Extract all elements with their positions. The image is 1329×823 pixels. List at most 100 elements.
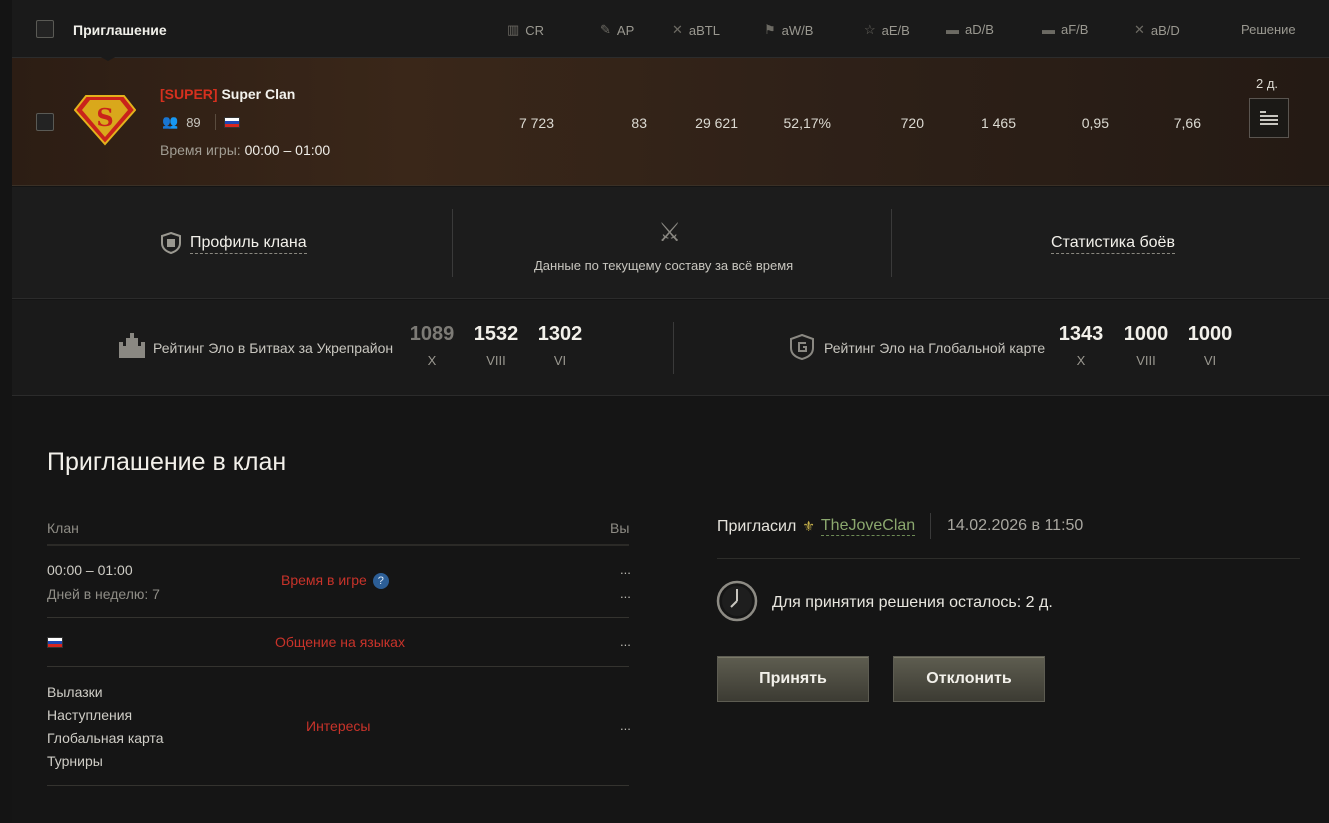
tier-viii: VIII bbox=[1136, 353, 1156, 368]
rank-icon: ⚜ bbox=[802, 518, 815, 534]
globalmap-elo-x: 1343 bbox=[1058, 323, 1104, 345]
list-icon bbox=[1260, 111, 1278, 125]
russia-flag-icon bbox=[223, 116, 240, 128]
col-cr[interactable]: ▥ CR bbox=[507, 22, 544, 38]
inviter-info: Пригласил ⚜ TheJoveClan bbox=[717, 517, 916, 536]
divider bbox=[214, 114, 216, 130]
days-left: 2 д. bbox=[1256, 76, 1279, 91]
stronghold-elo-x: 1089 bbox=[409, 323, 455, 345]
wins-icon: ⚑ bbox=[764, 22, 776, 37]
value-ap: 83 bbox=[631, 115, 647, 131]
col-decision: Решение bbox=[1241, 22, 1296, 37]
members-icon: 👥 bbox=[162, 114, 179, 129]
tier-viii: VIII bbox=[486, 353, 506, 368]
playtime-label: Время в игре? bbox=[281, 572, 389, 590]
tier-x: X bbox=[427, 353, 437, 368]
divider bbox=[47, 666, 629, 667]
battle-stats-link[interactable]: Статистика боёв bbox=[1051, 234, 1175, 254]
stronghold-icon bbox=[119, 333, 145, 358]
clan-row-checkbox[interactable] bbox=[36, 113, 54, 131]
clan-profile-strip: Профиль клана ⚔ Данные по текущему соста… bbox=[12, 187, 1329, 299]
interests-label: Интересы bbox=[306, 718, 371, 734]
divider bbox=[47, 544, 629, 546]
col-adb[interactable]: ▬ aD/B bbox=[946, 22, 994, 37]
col-abd[interactable]: ✕ aB/D bbox=[1134, 22, 1180, 38]
stronghold-elo-vi: 1302 bbox=[537, 323, 583, 345]
interest-item: Вылазки bbox=[47, 684, 103, 700]
cr-icon: ▥ bbox=[507, 22, 520, 37]
globalmap-elo-vi: 1000 bbox=[1187, 323, 1233, 345]
col-afb[interactable]: ▬ aF/B bbox=[1042, 22, 1088, 37]
globalmap-elo-label: Рейтинг Эло на Глобальной карте bbox=[824, 340, 1046, 356]
decline-button[interactable]: Отклонить bbox=[893, 656, 1045, 702]
divider bbox=[891, 209, 892, 277]
clan-days-per-week: Дней в неделю: 7 bbox=[47, 586, 160, 602]
value-abtl: 29 621 bbox=[695, 115, 738, 131]
divider bbox=[452, 209, 453, 277]
clan-tag: [SUPER] bbox=[160, 86, 218, 102]
header-title: Приглашение bbox=[73, 22, 167, 38]
your-languages: ... bbox=[620, 634, 631, 649]
russia-flag-icon bbox=[47, 637, 63, 648]
languages-label: Общение на языках bbox=[275, 634, 405, 650]
select-all-checkbox[interactable] bbox=[36, 20, 54, 38]
divider bbox=[717, 558, 1300, 559]
clan-emblem-icon: S bbox=[74, 95, 136, 146]
clan-playtime: Время игры: 00:00 – 01:00 bbox=[160, 142, 331, 158]
clock-icon bbox=[716, 580, 758, 622]
value-adb: 1 465 bbox=[980, 115, 1016, 131]
decision-deadline: Для принятия решения осталось: 2 д. bbox=[772, 594, 1053, 611]
members-count: 89 bbox=[186, 114, 201, 130]
invitation-panel: Приглашение в клан Клан Вы 00:00 – 01:00… bbox=[12, 397, 1329, 823]
value-awb: 52,17% bbox=[783, 115, 831, 131]
clan-row[interactable]: S [SUPER] Super Clan 👥 89 Время игры: 00… bbox=[12, 58, 1329, 186]
col-ap[interactable]: ✎ AP bbox=[600, 22, 634, 38]
value-cr: 7 723 bbox=[518, 115, 554, 131]
svg-text:S: S bbox=[96, 103, 113, 132]
ratio-icon: ✕ bbox=[1134, 22, 1145, 37]
tier-vi: VI bbox=[553, 353, 567, 368]
divider bbox=[47, 785, 629, 786]
battles-icon: ✕ bbox=[672, 22, 683, 37]
clan-members: 👥 89 bbox=[162, 114, 240, 130]
exp-icon: ☆ bbox=[864, 22, 876, 37]
your-playtime: ... bbox=[620, 562, 631, 577]
value-aeb: 720 bbox=[900, 115, 924, 131]
stronghold-elo-viii: 1532 bbox=[473, 323, 519, 345]
interest-item: Глобальная карта bbox=[47, 730, 164, 746]
value-abd: 7,66 bbox=[1173, 115, 1201, 131]
details-button[interactable] bbox=[1249, 98, 1289, 138]
your-interests: ... bbox=[620, 718, 631, 733]
globalmap-elo-viii: 1000 bbox=[1123, 323, 1169, 345]
col-abtl[interactable]: ✕ aBTL bbox=[672, 22, 720, 38]
tier-vi: VI bbox=[1203, 353, 1217, 368]
accept-button[interactable]: Принять bbox=[717, 656, 869, 702]
column-clan: Клан bbox=[47, 520, 79, 536]
tier-x: X bbox=[1076, 353, 1086, 368]
ap-icon: ✎ bbox=[600, 22, 611, 37]
clan-name[interactable]: [SUPER] Super Clan bbox=[160, 86, 295, 102]
clan-playtime-range: 00:00 – 01:00 bbox=[47, 562, 133, 578]
table-header: Приглашение ▥ CR ✎ AP ✕ aBTL ⚑ aW/B ☆ aE… bbox=[12, 0, 1329, 58]
crossed-swords-icon: ⚔ bbox=[658, 217, 682, 247]
col-aeb[interactable]: ☆ aE/B bbox=[864, 22, 910, 38]
clan-profile-icon bbox=[161, 232, 181, 254]
interest-item: Наступления bbox=[47, 707, 133, 723]
row-pointer bbox=[99, 56, 117, 61]
frags-icon: ▬ bbox=[1042, 22, 1055, 37]
stronghold-elo-label: Рейтинг Эло в Битвах за Укрепрайон bbox=[153, 340, 394, 356]
invitation-title: Приглашение в клан bbox=[47, 448, 287, 476]
col-awb[interactable]: ⚑ aW/B bbox=[764, 22, 813, 38]
help-icon[interactable]: ? bbox=[372, 573, 389, 590]
invited-by-label: Пригласил bbox=[717, 517, 797, 535]
damage-icon: ▬ bbox=[946, 22, 959, 37]
inviter-name[interactable]: TheJoveClan bbox=[820, 517, 916, 536]
divider bbox=[930, 513, 931, 539]
invitation-date: 14.02.2026 в 11:50 bbox=[947, 517, 1084, 534]
your-days: ... bbox=[620, 586, 631, 601]
stats-scope-label: Данные по текущему составу за всё время bbox=[534, 258, 794, 273]
clan-title: Super Clan bbox=[221, 86, 296, 102]
column-you: Вы bbox=[610, 520, 630, 536]
clan-profile-link[interactable]: Профиль клана bbox=[190, 234, 307, 254]
value-afb: 0,95 bbox=[1081, 115, 1109, 131]
